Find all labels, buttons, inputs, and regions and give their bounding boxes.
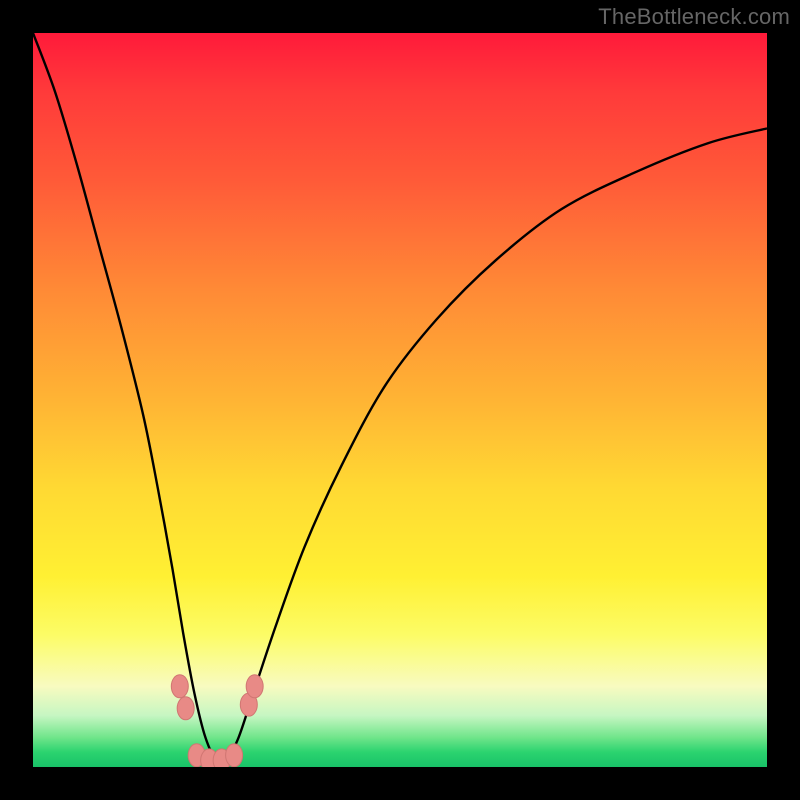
watermark-text: TheBottleneck.com bbox=[598, 4, 790, 30]
curve-marker bbox=[226, 744, 243, 767]
chart-frame: TheBottleneck.com bbox=[0, 0, 800, 800]
plot-area bbox=[33, 33, 767, 767]
bottleneck-curve-path bbox=[33, 33, 767, 761]
curve-marker bbox=[246, 675, 263, 698]
curve-markers-group bbox=[171, 675, 263, 767]
curve-marker bbox=[177, 697, 194, 720]
bottleneck-curve-svg bbox=[33, 33, 767, 767]
curve-marker bbox=[171, 675, 188, 698]
